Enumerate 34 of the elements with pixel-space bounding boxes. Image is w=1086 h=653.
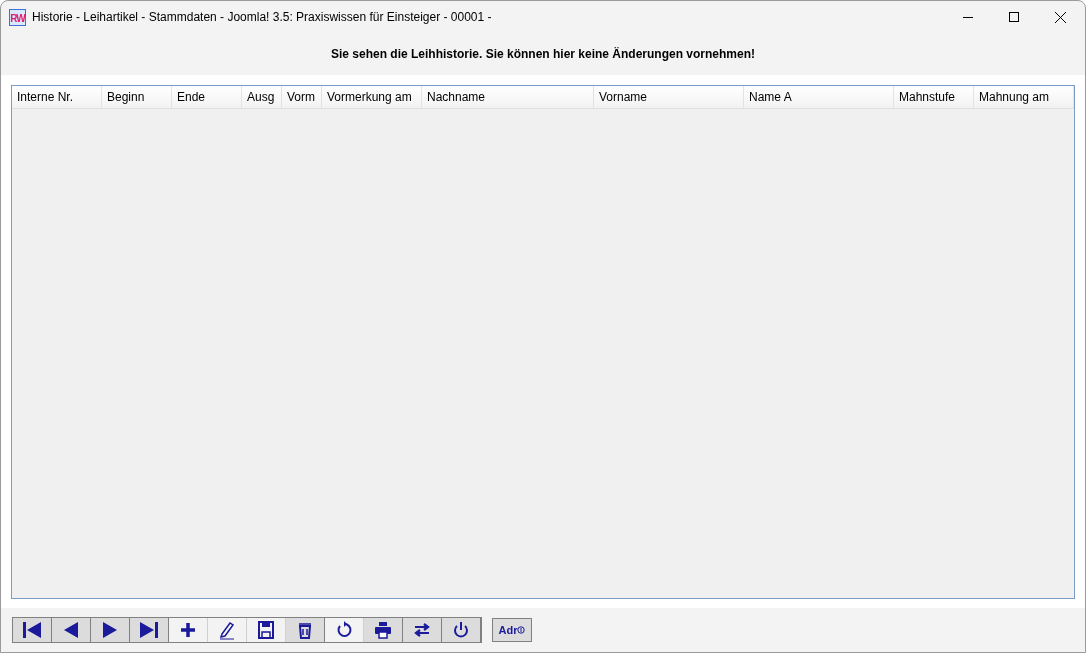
toolbar-button[interactable]: [286, 618, 325, 642]
column-header[interactable]: Interne Nr.: [12, 86, 102, 108]
column-header[interactable]: Ausg: [242, 86, 282, 108]
toolbar-button[interactable]: [364, 618, 403, 642]
column-header[interactable]: Name A: [744, 86, 894, 108]
column-header[interactable]: Vorname: [594, 86, 744, 108]
column-header[interactable]: Beginn: [102, 86, 172, 108]
window-title: Historie - Leihartikel - Stammdaten - Joomla! 3.5: Praxiswissen für Einsteiger - 00001 -: [32, 9, 492, 26]
column-header[interactable]: Mahnung am: [974, 86, 1074, 108]
skip-to-end-icon: [139, 620, 159, 640]
column-header[interactable]: Nachname: [422, 86, 594, 108]
pencil-icon: [217, 620, 237, 640]
printer-icon: [373, 620, 393, 640]
address-button[interactable]: Adr: [492, 618, 532, 642]
toolbar-button[interactable]: [442, 618, 481, 642]
toolbar-button[interactable]: [91, 618, 130, 642]
toolbar-button[interactable]: [403, 618, 442, 642]
toolbar-button[interactable]: [130, 618, 169, 642]
column-header[interactable]: Vorm: [282, 86, 322, 108]
app-icon: RW: [9, 8, 26, 26]
notice-text: Sie sehen die Leihhistorie. Sie können hier keine Änderungen vornehmen!: [330, 46, 756, 63]
column-header[interactable]: Mahnstufe: [894, 86, 974, 108]
maximize-icon: [1009, 12, 1019, 22]
power-icon: [451, 620, 471, 640]
close-icon: [1054, 11, 1066, 23]
column-header[interactable]: Ende: [172, 86, 242, 108]
toolbar-button[interactable]: [52, 618, 91, 642]
plus-icon: [178, 620, 198, 640]
swap-arrows-icon: [412, 620, 432, 640]
minimize-icon: [963, 16, 973, 18]
skip-to-start-icon: [22, 620, 42, 640]
column-header[interactable]: Vormerkung am: [322, 86, 422, 108]
coin-icon: [517, 626, 526, 634]
toolbar-button[interactable]: [13, 618, 52, 642]
